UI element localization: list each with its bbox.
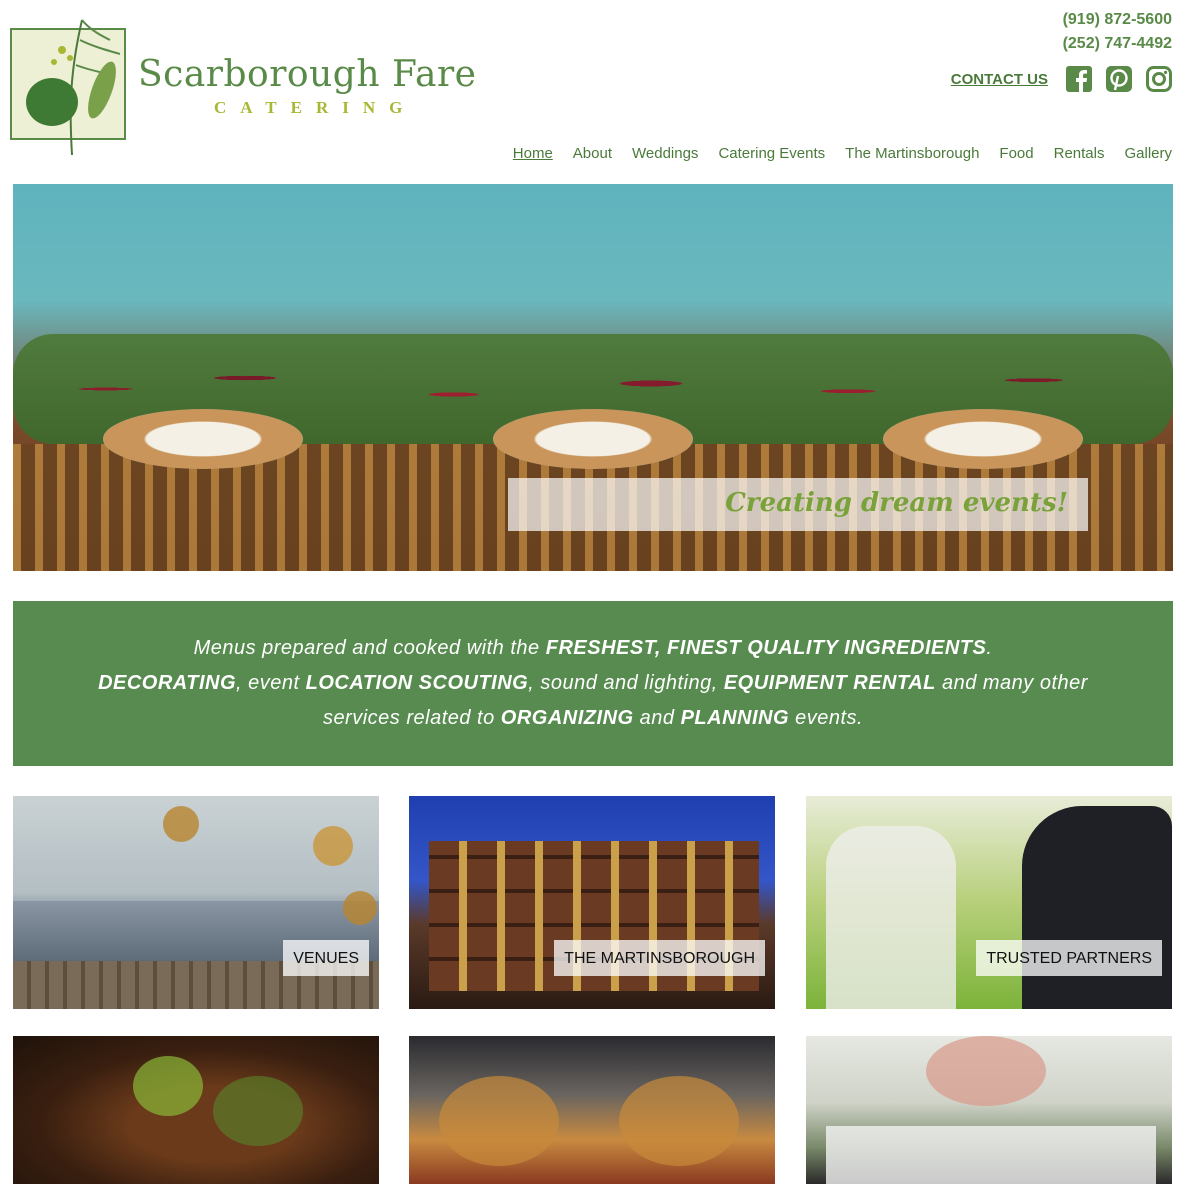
tile-trusted-partners[interactable]: TRUSTED PARTNERS [806, 796, 1172, 1009]
tile-martinsborough-label: THE MARTINSBOROUGH [554, 940, 765, 976]
place-setting [493, 409, 693, 469]
string-light-ball [343, 891, 377, 925]
contact-us-link[interactable]: CONTACT US [951, 71, 1048, 88]
string-light-ball [163, 806, 199, 842]
phone-secondary[interactable]: (252) 747-4492 [1063, 32, 1172, 56]
hero-caption: Creating dream events! [508, 478, 1088, 531]
pinterest-icon[interactable] [1106, 66, 1132, 92]
hero-banner: Creating dream events! [13, 184, 1173, 571]
tile-food[interactable] [13, 1036, 379, 1184]
nav-rentals[interactable]: Rentals [1054, 145, 1105, 162]
tile-venues-label: VENUES [283, 940, 369, 976]
tile-partners-wedding-party [826, 826, 956, 1009]
main-nav: Home About Weddings Catering Events The … [513, 145, 1172, 162]
staff-group [826, 1126, 1156, 1184]
food-garnish [133, 1056, 203, 1116]
brand-name: Scarborough Fare [138, 54, 477, 95]
soft-shell-crab [439, 1076, 559, 1166]
floral-arrangement [926, 1036, 1046, 1106]
nav-the-martinsborough[interactable]: The Martinsborough [845, 145, 979, 162]
tile-trusted-partners-label: TRUSTED PARTNERS [976, 940, 1162, 976]
facebook-icon[interactable] [1066, 66, 1092, 92]
nav-about[interactable]: About [573, 145, 612, 162]
instagram-icon[interactable] [1146, 66, 1172, 92]
herb-illustration-icon [26, 19, 121, 155]
place-setting [883, 409, 1083, 469]
nav-weddings[interactable]: Weddings [632, 145, 698, 162]
nav-catering-events[interactable]: Catering Events [718, 145, 825, 162]
food-garnish [213, 1076, 303, 1146]
contact-social-row: CONTACT US [951, 66, 1172, 92]
banner-line-2: DECORATING, event LOCATION SCOUTING, sou… [98, 672, 1088, 694]
string-light-ball [313, 826, 353, 866]
tile-venues[interactable]: VENUES [13, 796, 379, 1009]
phone-numbers: (919) 872-5600 (252) 747-4492 [1063, 8, 1172, 56]
tile-partners-photographer [1022, 806, 1172, 1009]
phone-primary[interactable]: (919) 872-5600 [1063, 8, 1172, 32]
nav-home[interactable]: Home [513, 145, 553, 162]
brand-logo[interactable]: Scarborough Fare CATERING [10, 10, 500, 155]
tile-event-staff[interactable] [806, 1036, 1172, 1184]
brand-tagline: CATERING [214, 98, 417, 117]
nav-gallery[interactable]: Gallery [1124, 145, 1172, 162]
banner-line-3: services related to ORGANIZING and PLANN… [322, 707, 864, 729]
services-banner: Menus prepared and cooked with the FRESH… [13, 601, 1173, 766]
tile-martinsborough[interactable]: THE MARTINSBOROUGH [409, 796, 775, 1009]
soft-shell-crab [619, 1076, 739, 1166]
place-setting [103, 409, 303, 469]
banner-line-1: Menus prepared and cooked with the FRESH… [193, 637, 993, 659]
tile-drinks[interactable] [409, 1036, 775, 1184]
nav-food[interactable]: Food [999, 145, 1033, 162]
